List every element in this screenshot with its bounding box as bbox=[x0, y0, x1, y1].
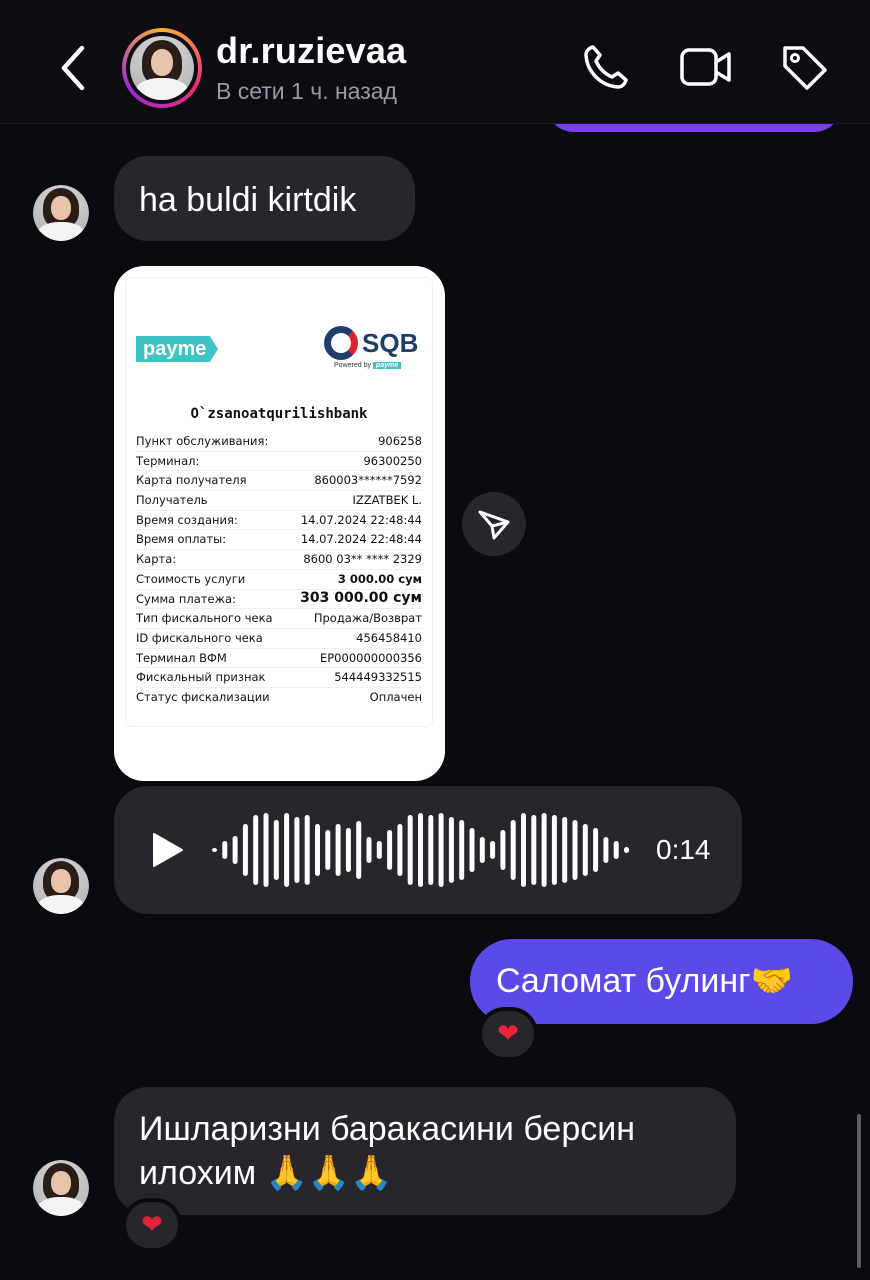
play-icon[interactable] bbox=[148, 830, 188, 870]
receipt-row: Время оплаты: 14.07.2024 22:48:44 bbox=[136, 530, 422, 551]
tag-icon[interactable] bbox=[779, 42, 829, 92]
incoming-message[interactable]: ha buldi kirtdik bbox=[114, 156, 415, 241]
receipt-row: Получатель IZZATBEK L. bbox=[136, 491, 422, 511]
waveform-bar bbox=[376, 841, 382, 859]
message-text: ha buldi kirtdik bbox=[139, 181, 357, 219]
share-button[interactable] bbox=[462, 492, 526, 556]
receipt-row: Терминал ВФМ EP000000000356 bbox=[136, 649, 422, 669]
receipt-row: ID фискального чека 456458410 bbox=[136, 629, 422, 649]
voice-duration: 0:14 bbox=[656, 834, 711, 865]
waveform-bar bbox=[551, 815, 557, 885]
waveform-bar bbox=[562, 817, 568, 883]
sender-avatar[interactable] bbox=[33, 858, 89, 914]
scrollbar[interactable] bbox=[857, 1114, 861, 1268]
sqb-logo: SQB Powered by payme bbox=[324, 326, 424, 376]
waveform-bar bbox=[521, 813, 526, 887]
waveform-bar bbox=[304, 815, 310, 885]
waveform-bar bbox=[222, 841, 228, 859]
waveform[interactable] bbox=[210, 806, 634, 894]
waveform-bar bbox=[613, 841, 619, 859]
voice-message[interactable]: 0:14 bbox=[114, 786, 742, 914]
waveform-bar bbox=[448, 817, 454, 883]
message-text-line: Ишларизни баракасини берсин bbox=[139, 1110, 636, 1148]
waveform-bar bbox=[459, 820, 465, 880]
receipt-image[interactable]: payme SQB Powered by payme O`zsanoatquri… bbox=[114, 266, 445, 781]
waveform-bar bbox=[572, 820, 578, 880]
waveform-bar bbox=[428, 815, 434, 885]
waveform-bar bbox=[335, 824, 341, 876]
heart-reaction[interactable]: ❤ bbox=[478, 1007, 538, 1061]
waveform-bar bbox=[490, 841, 496, 859]
receipt-row: Карта получателя 860003******7592 bbox=[136, 471, 422, 492]
heart-reaction[interactable]: ❤ bbox=[122, 1198, 182, 1252]
profile-avatar[interactable] bbox=[122, 28, 202, 108]
sender-avatar[interactable] bbox=[33, 185, 89, 241]
waveform-bar bbox=[510, 820, 516, 880]
send-icon bbox=[478, 510, 510, 540]
video-call-icon[interactable] bbox=[679, 42, 733, 92]
receipt-row: Статус фискализации Оплачен bbox=[136, 689, 422, 704]
bank-name: O`zsanoatqurilishbank bbox=[190, 406, 368, 422]
receipt-row: Время создания: 14.07.2024 22:48:44 bbox=[136, 511, 422, 531]
receipt-row: Пункт обслуживания: 906258 bbox=[136, 432, 422, 452]
receipt-row: Фискальный признак 544449332515 bbox=[136, 668, 422, 688]
waveform-bar bbox=[387, 830, 393, 870]
waveform-bar bbox=[479, 837, 485, 863]
waveform-bar bbox=[253, 815, 259, 885]
waveform-bar bbox=[593, 828, 599, 872]
waveform-bar bbox=[397, 824, 403, 876]
waveform-bar bbox=[315, 824, 320, 876]
waveform-bar bbox=[356, 821, 362, 879]
waveform-bar bbox=[624, 847, 629, 853]
waveform-bar bbox=[418, 813, 423, 887]
receipt-row: Стоимость услуги 3 000.00 сум bbox=[136, 570, 422, 590]
receipt-row: Карта: 8600 03** **** 2329 bbox=[136, 550, 422, 570]
phone-icon[interactable] bbox=[581, 42, 631, 92]
message-text: Саломат булинг🤝 bbox=[496, 962, 793, 1000]
waveform-bar bbox=[603, 837, 609, 863]
waveform-bar bbox=[541, 813, 547, 887]
waveform-bar bbox=[212, 848, 217, 852]
receipt-row: Тип фискального чека Продажа/Возврат bbox=[136, 609, 422, 629]
waveform-bar bbox=[500, 830, 506, 870]
waveform-bar bbox=[407, 815, 413, 885]
waveform-bar bbox=[469, 828, 475, 872]
sender-avatar[interactable] bbox=[33, 1160, 89, 1216]
waveform-bar bbox=[294, 817, 300, 883]
waveform-bar bbox=[242, 824, 248, 876]
payme-logo: payme bbox=[136, 336, 218, 362]
contact-status: В сети 1 ч. назад bbox=[216, 78, 397, 104]
waveform-bar bbox=[438, 813, 444, 887]
waveform-bar bbox=[582, 824, 588, 876]
incoming-message[interactable]: Ишларизни баракасини берсин илохим 🙏🙏🙏 bbox=[114, 1087, 736, 1215]
waveform-bar bbox=[325, 830, 331, 870]
receipt-row: Терминал: 96300250 bbox=[136, 452, 422, 472]
message-text-line: илохим 🙏🙏🙏 bbox=[139, 1154, 393, 1192]
waveform-bar bbox=[284, 813, 290, 887]
chat-header: dr.ruzievaa В сети 1 ч. назад bbox=[0, 0, 870, 124]
contact-username[interactable]: dr.ruzievaa bbox=[216, 30, 406, 72]
waveform-bar bbox=[366, 837, 372, 863]
waveform-bar bbox=[273, 820, 279, 880]
outgoing-message[interactable]: Саломат булинг🤝 bbox=[470, 939, 853, 1024]
waveform-bar bbox=[531, 815, 537, 885]
receipt-row: Сумма платежа: 303 000.00 сум bbox=[136, 590, 422, 610]
back-chevron-icon[interactable] bbox=[52, 40, 96, 96]
waveform-bar bbox=[263, 813, 269, 887]
waveform-bar bbox=[232, 836, 238, 864]
waveform-bar bbox=[345, 828, 351, 872]
receipt-rows: Пункт обслуживания: 906258 Терминал: 96300… bbox=[136, 432, 422, 708]
